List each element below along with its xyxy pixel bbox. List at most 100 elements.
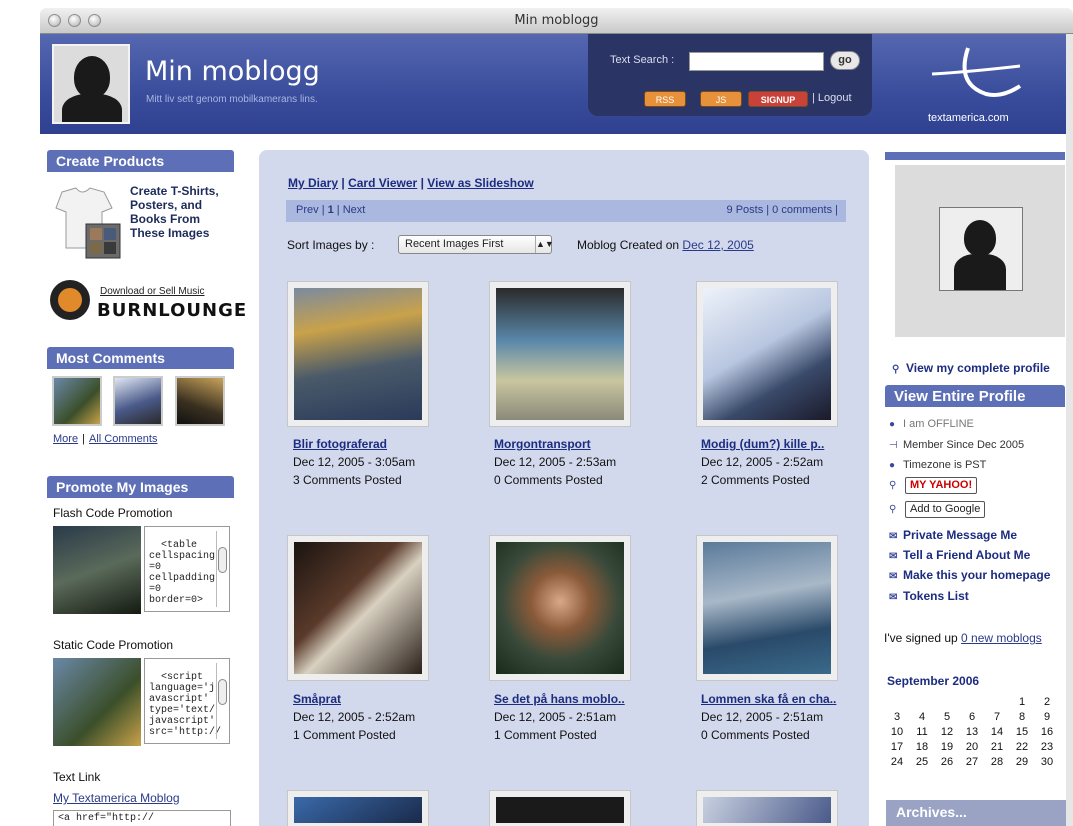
page-number[interactable]: 1 (328, 204, 334, 216)
calendar-day[interactable]: 27 (961, 756, 983, 768)
page-scrollbar[interactable] (1066, 34, 1073, 826)
post-title-link[interactable]: Morgontransport (494, 437, 591, 451)
signup-button[interactable]: SIGNUP (748, 91, 808, 107)
calendar-day[interactable]: 8 (1011, 711, 1033, 723)
calendar-day[interactable]: 14 (986, 726, 1008, 738)
calendar-day[interactable]: 4 (911, 711, 933, 723)
calendar-day[interactable]: 2 (1036, 696, 1058, 708)
calendar-day[interactable]: 13 (961, 726, 983, 738)
calendar-day[interactable]: 19 (936, 741, 958, 753)
calendar-month: September 2006 (887, 674, 980, 688)
calendar-day[interactable]: 22 (1011, 741, 1033, 753)
calendar-day[interactable]: 7 (986, 711, 1008, 723)
textamerica-moblog-link[interactable]: My Textamerica Moblog (53, 791, 180, 805)
calendar-day[interactable]: 3 (886, 711, 908, 723)
calendar-day[interactable]: 26 (936, 756, 958, 768)
make-homepage-link[interactable]: ✉ Make this your homepage (889, 568, 1050, 582)
avatar[interactable] (52, 44, 130, 124)
calendar-day[interactable]: 16 (1036, 726, 1058, 738)
calendar-day[interactable]: 29 (1011, 756, 1033, 768)
right-column-bar (885, 152, 1065, 160)
post-photo[interactable] (696, 281, 838, 427)
flash-code-scrollbar[interactable] (216, 531, 227, 607)
calendar-day[interactable]: 21 (986, 741, 1008, 753)
calendar-day[interactable]: 23 (1036, 741, 1058, 753)
member-since-label: Member Since Dec 2005 (903, 439, 1025, 451)
rss-button[interactable]: RSS (644, 91, 686, 107)
archives-dropdown[interactable]: Archives... (886, 800, 1066, 826)
new-moblogs-link[interactable]: 0 new moblogs (961, 631, 1042, 645)
text-link-code-field[interactable]: <a href="http:// (53, 810, 231, 826)
go-button[interactable]: go (830, 51, 860, 70)
search-input[interactable] (689, 52, 824, 71)
calendar-day[interactable]: 30 (1036, 756, 1058, 768)
calendar-day[interactable]: 1 (1011, 696, 1033, 708)
calendar-day[interactable]: 12 (936, 726, 958, 738)
sort-select[interactable]: Recent Images First ▲▼ (398, 235, 554, 254)
post-photo[interactable] (696, 790, 838, 826)
post-comments: 3 Comments Posted (293, 473, 402, 487)
updown-arrows-icon: ▲▼ (535, 236, 554, 253)
post-photo[interactable] (287, 535, 429, 681)
view-complete-profile-link[interactable]: ⚲ View my complete profile (892, 361, 1050, 375)
card-viewer-link[interactable]: Card Viewer (348, 176, 417, 190)
calendar-day[interactable]: 15 (1011, 726, 1033, 738)
calendar-day[interactable]: 10 (886, 726, 908, 738)
calendar-day[interactable]: 11 (911, 726, 933, 738)
post-photo[interactable] (489, 281, 631, 427)
calendar-day[interactable]: 18 (911, 741, 933, 753)
calendar-day[interactable]: 25 (911, 756, 933, 768)
post-photo[interactable] (696, 535, 838, 681)
static-code-textarea[interactable]: <script language='j avascript' type='tex… (144, 658, 230, 744)
search-panel: Text Search : go RSS JS SIGNUP | Logout (588, 34, 872, 116)
post-photo[interactable] (489, 790, 631, 826)
calendar-day[interactable]: 6 (961, 711, 983, 723)
more-comments-link[interactable]: More (53, 433, 78, 445)
most-comments-title: Most Comments (47, 347, 234, 369)
textamerica-logo-icon[interactable] (928, 44, 1028, 104)
magnifier-icon: ⚲ (892, 364, 900, 375)
static-code-scrollbar[interactable] (216, 663, 227, 739)
prev-page-link[interactable]: Prev (296, 204, 319, 216)
post-photo[interactable] (489, 535, 631, 681)
post-title-link[interactable]: Modig (dum?) kille p.. (701, 437, 824, 451)
my-yahoo-button[interactable]: MY YAHOO! (905, 477, 978, 494)
add-to-google-button[interactable]: Add to Google (905, 501, 986, 518)
create-products-title: Create Products (47, 150, 234, 172)
post-title-link[interactable]: Småprat (293, 692, 341, 706)
flash-code-textarea[interactable]: <table cellspacing =0 cellpadding =0 bor… (144, 526, 230, 612)
site-title[interactable]: Min moblogg (145, 56, 320, 87)
calendar-day[interactable]: 5 (936, 711, 958, 723)
calendar-day[interactable]: 20 (961, 741, 983, 753)
profile-avatar[interactable] (939, 207, 1023, 291)
calendar-day[interactable]: 9 (1036, 711, 1058, 723)
created-date-link[interactable]: Dec 12, 2005 (682, 238, 753, 252)
js-button[interactable]: JS (700, 91, 742, 107)
tell-friend-link[interactable]: ✉ Tell a Friend About Me (889, 548, 1030, 562)
post-photo[interactable] (287, 281, 429, 427)
logout-link[interactable]: | Logout (812, 92, 852, 104)
view-entire-profile-title[interactable]: View Entire Profile (885, 385, 1065, 407)
tshirt-product-icon[interactable] (52, 186, 124, 260)
private-message-link[interactable]: ✉ Private Message Me (889, 528, 1017, 542)
most-comments-thumb[interactable] (113, 376, 163, 426)
post-title-link[interactable]: Blir fotograferad (293, 437, 387, 451)
burnlounge-link[interactable]: Download or Sell Music (100, 286, 205, 297)
calendar: 1 2 3 4 5 6 7 8 9 10 11 12 13 14 15 16 17 18 19 20 21 22 23 24 2… (886, 696, 1066, 771)
post-title-link[interactable]: Lommen ska få en cha.. (701, 692, 836, 706)
tokens-list-label: Tokens List (903, 589, 969, 603)
most-comments-thumb[interactable] (52, 376, 102, 426)
most-comments-thumb[interactable] (175, 376, 225, 426)
post-photo[interactable] (287, 790, 429, 826)
burnlounge-logo-icon[interactable] (50, 280, 90, 320)
my-diary-link[interactable]: My Diary (288, 176, 338, 190)
calendar-day[interactable]: 17 (886, 741, 908, 753)
calendar-day[interactable]: 24 (886, 756, 908, 768)
calendar-day[interactable]: 28 (986, 756, 1008, 768)
tokens-list-link[interactable]: ✉ Tokens List (889, 589, 969, 603)
create-products-text[interactable]: Create T-Shirts, Posters, and Books From… (130, 184, 230, 240)
slideshow-link[interactable]: View as Slideshow (427, 176, 534, 190)
all-comments-link[interactable]: All Comments (89, 433, 157, 445)
next-page-link[interactable]: Next (343, 204, 366, 216)
post-title-link[interactable]: Se det på hans moblo.. (494, 692, 625, 706)
